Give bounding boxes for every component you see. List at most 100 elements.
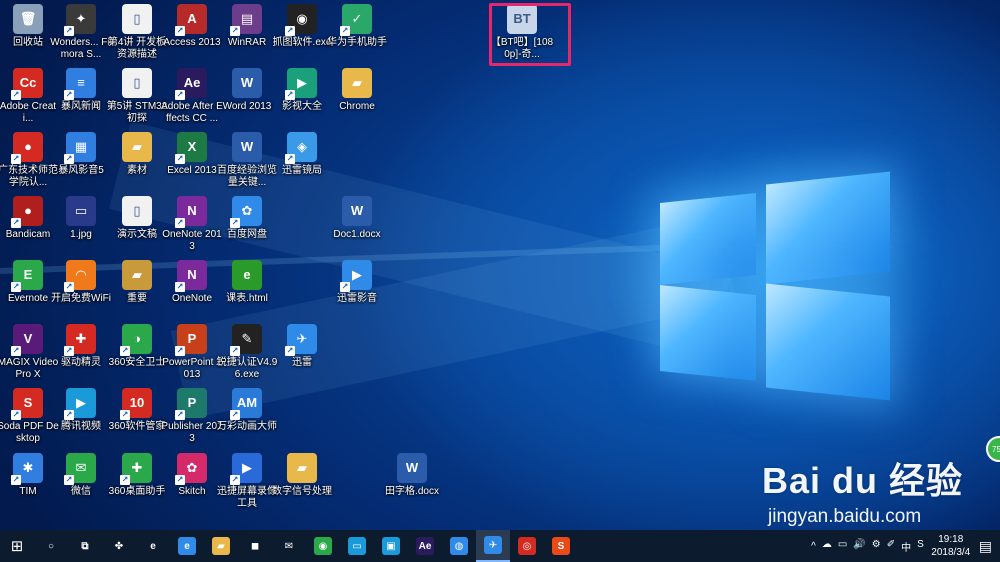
- desktop-icon-image: ✿: [230, 196, 262, 228]
- desktop-icon-image: V: [11, 324, 43, 356]
- desktop-icon-label: 迅雷: [292, 357, 312, 368]
- desktop-icon[interactable]: ✚驱动精灵: [49, 324, 113, 369]
- desktop-icon[interactable]: ✦Wonders... Filmora S...: [49, 4, 113, 61]
- taskbar-button[interactable]: ✤: [102, 530, 136, 562]
- desktop-icon-image: 🗑: [13, 4, 43, 34]
- taskbar-button[interactable]: ▣: [374, 530, 408, 562]
- taskbar-button[interactable]: ✉: [272, 530, 306, 562]
- clock-date: 2018/3/4: [931, 547, 971, 558]
- desktop-icon[interactable]: ▶腾讯视频: [49, 388, 113, 433]
- action-center-icon[interactable]: ▤: [979, 538, 992, 555]
- after-effects-icon: Ae: [416, 537, 434, 555]
- watermark-url: jingyan.baidu.com: [768, 506, 922, 527]
- desktop-icon[interactable]: ✓华为手机助手: [325, 4, 389, 49]
- desktop-icon[interactable]: ◠开启免费WiFi: [49, 260, 113, 305]
- selection-highlight-box: [489, 3, 571, 66]
- cortana-icon: ○: [47, 540, 55, 552]
- tray-icon[interactable]: 🔊: [853, 539, 865, 554]
- desktop-icon-image: Cc: [11, 68, 43, 100]
- desktop-icon-image: ◈: [285, 132, 317, 164]
- desktop-icon-label: 迅雷影音: [337, 293, 377, 304]
- desktop-icon-image: AM: [230, 388, 262, 420]
- desktop-icon-image: ▭: [66, 196, 96, 226]
- desktop-icon[interactable]: ≡暴风新闻: [49, 68, 113, 113]
- desktop-icon-label: Doc1.docx: [333, 229, 381, 240]
- desktop-icon[interactable]: ✿百度网盘: [215, 196, 279, 241]
- explorer-icon: ▰: [212, 537, 230, 555]
- desktop-icon[interactable]: ▰ 数字信号处理: [270, 453, 334, 498]
- desktop-icon[interactable]: ▦暴风影音5: [49, 132, 113, 177]
- tray-icon[interactable]: ☁: [822, 539, 832, 554]
- desktop-icon-label: 万彩动画大师: [217, 421, 277, 432]
- desktop-icon-image: Ae: [175, 68, 207, 100]
- desktop-icon-image: N: [175, 196, 207, 228]
- taskbar-button[interactable]: ⧉: [68, 530, 102, 562]
- desktop-icon-image: ▯: [122, 4, 152, 34]
- desktop-icon-image: X: [175, 132, 207, 164]
- 360-icon: ◉: [314, 537, 332, 555]
- taskbar-button[interactable]: ▰: [204, 530, 238, 562]
- desktop-icon-label: 暴风影音5: [58, 165, 104, 176]
- tray-icon[interactable]: 中: [901, 539, 911, 554]
- taskbar-button[interactable]: S: [544, 530, 578, 562]
- desktop-icon-label: Wonders... Filmora S...: [50, 37, 112, 60]
- fan-app-icon: ✤: [114, 540, 124, 552]
- show-hidden-icons-chevron-icon[interactable]: ^: [811, 541, 816, 552]
- desktop-icon-image: ✿: [175, 453, 207, 485]
- taskbar-button[interactable]: ◍: [442, 530, 476, 562]
- desktop-icon-label: 驱动精灵: [61, 357, 101, 368]
- desktop-icon-image: N: [175, 260, 207, 292]
- store-icon: ◼: [250, 540, 260, 552]
- desktop-icon-label: 数字信号处理: [272, 486, 332, 497]
- tray-icon[interactable]: ⚙: [872, 539, 881, 554]
- desktop-icon-image: ✚: [120, 453, 152, 485]
- taskbar-button[interactable]: e: [136, 530, 170, 562]
- desktop-icon-image: ◠: [64, 260, 96, 292]
- taskbar-button[interactable]: Ae: [408, 530, 442, 562]
- desktop-icon[interactable]: ▰ Chrome: [325, 68, 389, 113]
- desktop-icon-image: ✈: [285, 324, 317, 356]
- desktop-icon-image: W: [342, 196, 372, 226]
- desktop-icon[interactable]: ✉微信: [49, 453, 113, 498]
- desktop-icon[interactable]: ▭ 1.jpg: [49, 196, 113, 241]
- thunder-icon: ✈: [484, 536, 502, 554]
- desktop-icon[interactable]: e 课表.html: [215, 260, 279, 305]
- desktop-icon[interactable]: W Doc1.docx: [325, 196, 389, 241]
- clock[interactable]: 19:18 2018/3/4: [927, 533, 975, 559]
- desktop[interactable]: 🗑回收站✦Wonders... Filmora S...▯第4讲 开发板资源描述…: [0, 0, 1000, 530]
- desktop-icon-image: ▯: [122, 196, 152, 226]
- taskbar-button[interactable]: ▭: [340, 530, 374, 562]
- desktop-icon-image: P: [175, 324, 207, 356]
- taskbar-button[interactable]: ◼: [238, 530, 272, 562]
- side-float-badge[interactable]: 75: [986, 436, 1000, 462]
- desktop-icon-image: ✓: [340, 4, 372, 36]
- tray-icon[interactable]: S: [917, 539, 924, 554]
- desktop-icon[interactable]: AM万彩动画大师: [215, 388, 279, 433]
- desktop-icon-image: ◉: [285, 4, 317, 36]
- desktop-icon[interactable]: ✈迅雷: [270, 324, 334, 369]
- start-button[interactable]: ⊞: [0, 530, 34, 562]
- desktop-icon-image: ▰: [287, 453, 317, 483]
- edge-icon: e: [178, 537, 196, 555]
- desktop-icon-label: 课表.html: [226, 293, 268, 304]
- desktop-icon-image: ▰: [122, 260, 152, 290]
- desktop-icon-image: ✎: [230, 324, 262, 356]
- desktop-icon[interactable]: W 田字格.docx: [380, 453, 444, 498]
- tray-icon[interactable]: ✐: [887, 539, 895, 554]
- taskbar-button[interactable]: ✈: [476, 530, 510, 562]
- desktop-icon-label: 腾讯视频: [61, 421, 101, 432]
- desktop-icon-label: 开启免费WiFi: [51, 293, 111, 304]
- taskbar-button[interactable]: ○: [34, 530, 68, 562]
- desktop-icon-image: ✉: [64, 453, 96, 485]
- taskbar-button[interactable]: e: [170, 530, 204, 562]
- taskbar-button[interactable]: ◉: [306, 530, 340, 562]
- desktop-icon-image: ✦: [64, 4, 96, 36]
- desktop-icon-image: ▯: [122, 68, 152, 98]
- browser-icon: ◍: [450, 537, 468, 555]
- taskbar-button[interactable]: ◎: [510, 530, 544, 562]
- desktop-icon[interactable]: ▶迅雷影音: [325, 260, 389, 305]
- desktop-icon[interactable]: ◈迅雷镜局: [270, 132, 334, 177]
- tray-icon[interactable]: ▭: [838, 539, 847, 554]
- desktop-icon-image: ▶: [64, 388, 96, 420]
- desktop-icon-image: e: [232, 260, 262, 290]
